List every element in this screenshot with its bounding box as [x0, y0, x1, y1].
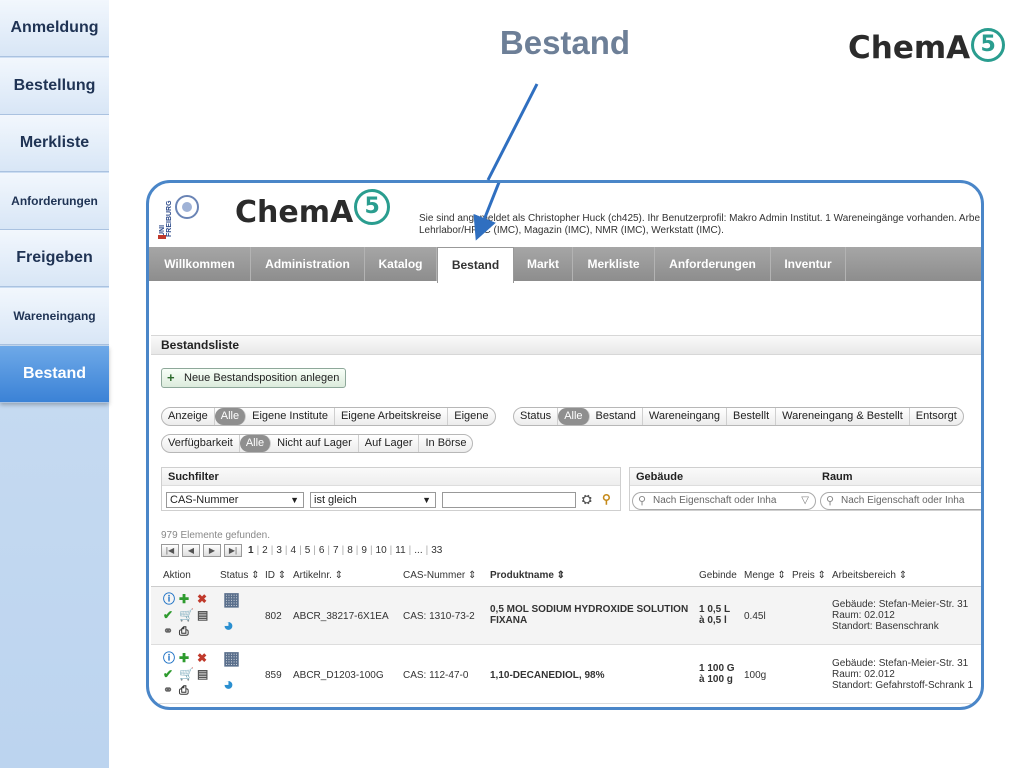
callout-arrow-top [486, 83, 539, 181]
presentation-slide: Anmeldung Bestellung Merkliste Anforderunge… [0, 0, 1024, 768]
